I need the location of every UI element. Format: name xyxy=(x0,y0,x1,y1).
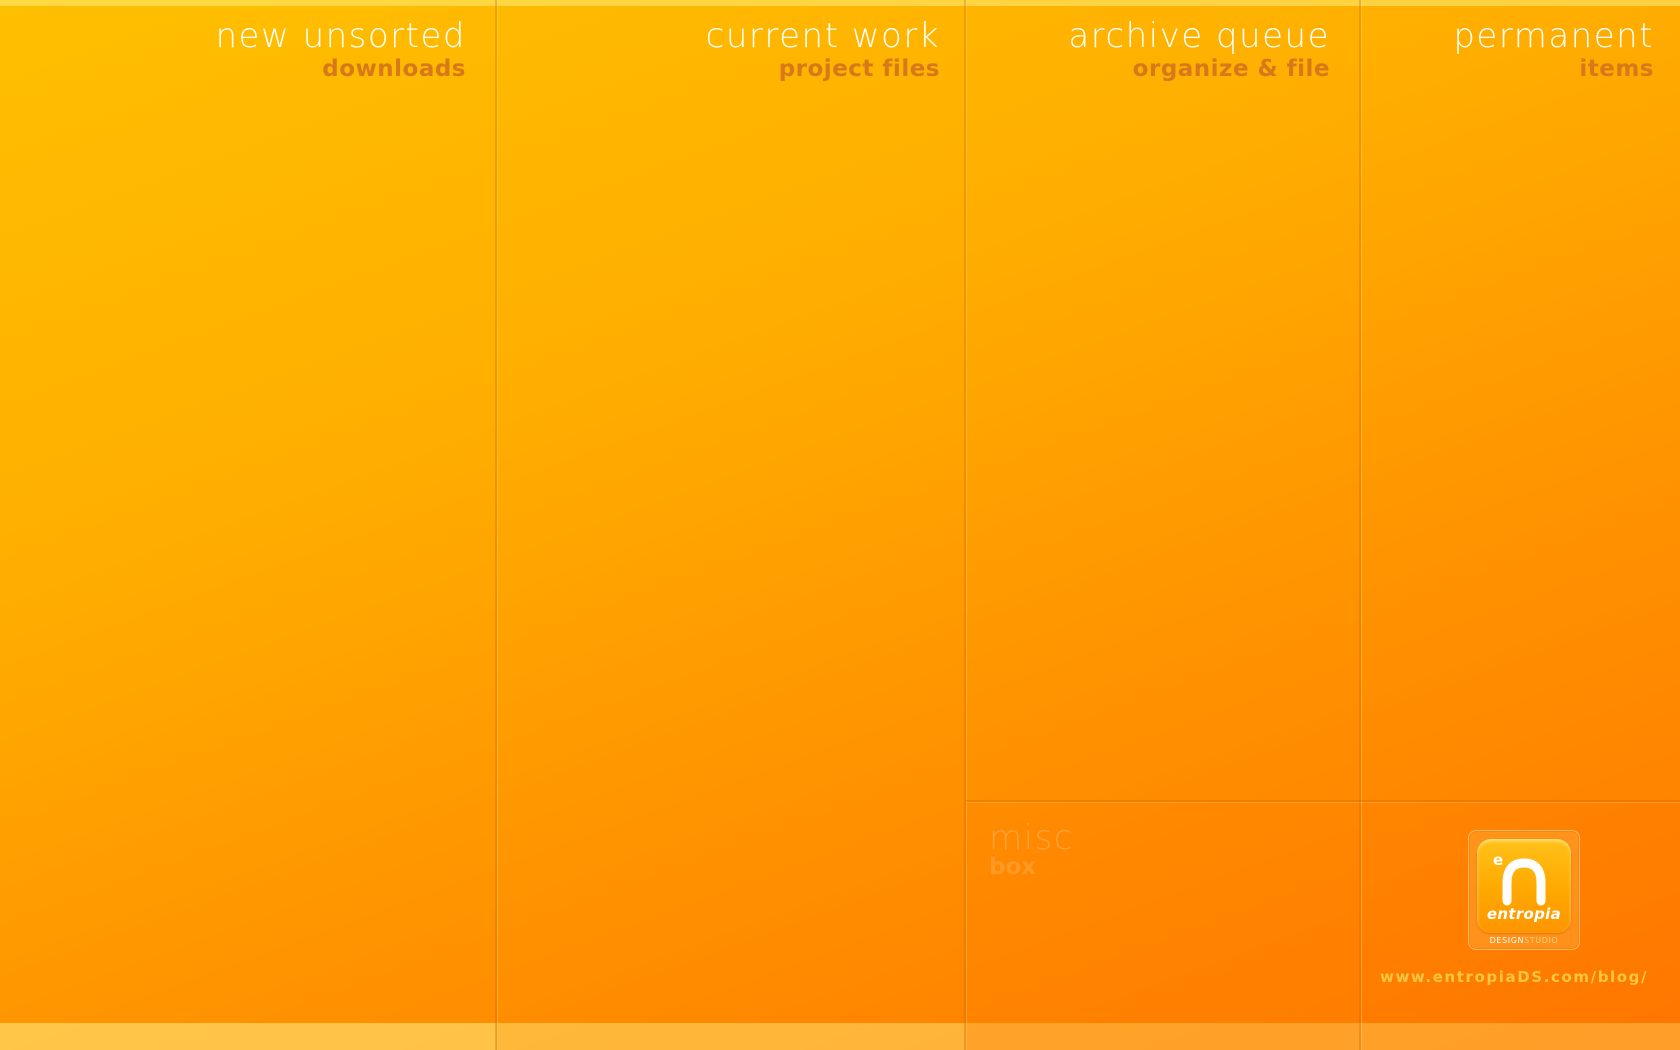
column-subtitle: downloads xyxy=(322,56,466,82)
column-divider-1 xyxy=(495,0,497,1050)
entropia-logo-badge: e entropia DESIGNSTUDIO xyxy=(1468,830,1580,950)
misc-title: misc xyxy=(989,818,1074,858)
column-divider-2 xyxy=(964,0,966,1050)
column-subtitle: project files xyxy=(778,56,940,82)
row-divider xyxy=(966,800,1680,802)
column-header-archive: archive queue organize & file xyxy=(1068,16,1330,82)
column-title: current work xyxy=(705,16,940,56)
column-subtitle: organize & file xyxy=(1132,56,1330,82)
bottom-highlight-strip xyxy=(0,1023,1680,1050)
column-subtitle: items xyxy=(1579,56,1654,82)
site-url: www.entropiaDS.com/blog/ xyxy=(1380,968,1649,986)
misc-subtitle: box xyxy=(989,854,1037,880)
logo-tag-studio: STUDIO xyxy=(1524,936,1559,945)
column-title: new unsorted xyxy=(215,16,466,56)
column-divider-3 xyxy=(1359,0,1361,1050)
top-highlight-strip xyxy=(0,0,1680,6)
svg-text:e: e xyxy=(1493,851,1503,869)
entropia-n-logo-icon: e entropia xyxy=(1477,839,1571,933)
column-title: archive queue xyxy=(1068,16,1330,56)
column-header-permanent: permanent items xyxy=(1453,16,1654,82)
column-header-project-files: current work project files xyxy=(706,16,940,82)
column-title: permanent xyxy=(1453,16,1654,56)
logo-wordmark: entropia xyxy=(1486,905,1562,923)
column-header-downloads: new unsorted downloads xyxy=(215,16,466,82)
logo-tag-design: DESIGN xyxy=(1489,936,1525,945)
misc-box-header: misc box xyxy=(989,818,1074,880)
logo-tagline: DESIGNSTUDIO xyxy=(1469,936,1579,946)
